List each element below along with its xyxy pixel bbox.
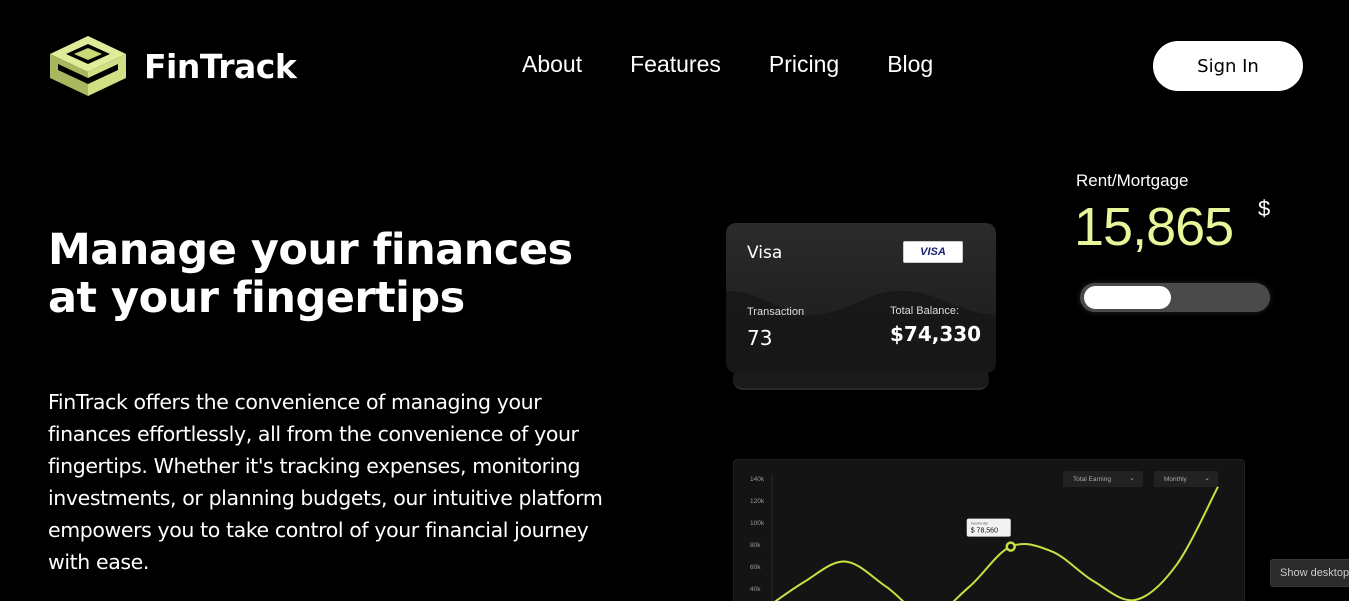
nav-about[interactable]: About (522, 51, 582, 78)
nav-blog[interactable]: Blog (887, 51, 933, 78)
logo-text: FinTrack (144, 46, 297, 86)
chevron-down-icon: ⌄ (1204, 475, 1210, 482)
logo-icon (50, 36, 126, 96)
tooltip-label: Income Apr (971, 522, 990, 526)
card-brand: Visa (747, 243, 783, 263)
balance-value: $74,330 (890, 322, 982, 346)
metric-dropdown[interactable]: Total Earning ⌄ (1063, 471, 1143, 487)
transaction-label: Transaction (747, 306, 805, 318)
highlighted-point[interactable] (1005, 541, 1016, 552)
metric-dropdown-label: Total Earning (1073, 475, 1111, 483)
y-tick-label: 100k (750, 520, 765, 527)
period-dropdown[interactable]: Monthly ⌄ (1154, 471, 1218, 487)
y-tick-label: 120k (750, 498, 765, 505)
hero-description: FinTrack offers the convenience of manag… (48, 390, 603, 574)
rent-label: Rent/Mortgage (1076, 171, 1189, 190)
earnings-chart-panel: 140k 120k 100k 80k 60k 40k Income Apr $ 78,560 … (733, 459, 1245, 601)
y-tick-label: 140k (750, 476, 765, 483)
y-tick-label: 80k (750, 542, 761, 549)
rent-progress-bar (1080, 283, 1270, 312)
balance-label: Total Balance: (890, 305, 960, 317)
tooltip-value: $ 78,560 (971, 528, 998, 535)
chevron-down-icon: ⌄ (1129, 475, 1135, 482)
hero-headline: Manage your finances at your fingertips (48, 225, 573, 323)
logo[interactable]: FinTrack (48, 34, 297, 98)
main-nav: About Features Pricing Blog (522, 51, 981, 78)
sign-in-button[interactable]: Sign In (1153, 41, 1303, 91)
rent-currency: $ (1258, 196, 1271, 221)
visa-card: Visa VISA Transaction 73 Total Balance: … (726, 223, 996, 373)
y-tick-label: 60k (750, 564, 761, 571)
period-dropdown-label: Monthly (1164, 475, 1187, 483)
earnings-series-line (774, 486, 1219, 601)
rent-amount: 15,865 (1074, 197, 1234, 257)
transaction-value: 73 (747, 326, 773, 350)
rent-progress-fill (1084, 286, 1171, 309)
show-desktop-tooltip[interactable]: Show desktop (1270, 559, 1349, 587)
visa-logo-icon: VISA (903, 241, 963, 263)
nav-pricing[interactable]: Pricing (769, 51, 839, 78)
nav-features[interactable]: Features (630, 51, 721, 78)
y-tick-label: 40k (750, 586, 761, 593)
